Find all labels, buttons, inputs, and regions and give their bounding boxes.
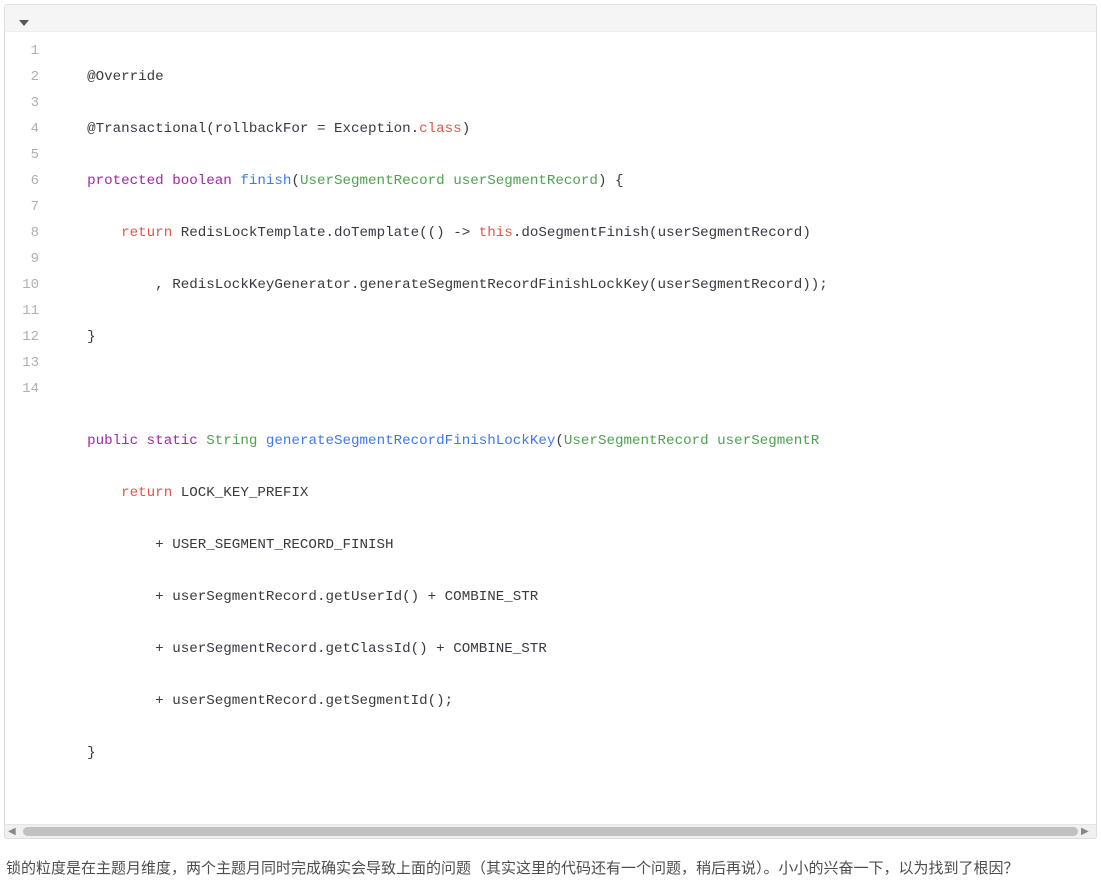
method-name: finish <box>240 173 291 189</box>
var-ref: userSegmentRecord <box>658 225 803 241</box>
line-number: 10 <box>19 272 39 298</box>
method-call: generateSegmentRecordFinishLockKey <box>360 277 649 293</box>
code-line: } <box>53 324 1080 350</box>
constant: COMBINE_STR <box>445 589 539 605</box>
type-ref: UserSegmentRecord <box>300 173 445 189</box>
line-number: 8 <box>19 220 39 246</box>
var-ref: userSegmentRecord <box>172 693 317 709</box>
constant: COMBINE_STR <box>453 641 547 657</box>
line-number: 12 <box>19 324 39 350</box>
code-line: return LOCK_KEY_PREFIX <box>53 480 1080 506</box>
constant: LOCK_KEY_PREFIX <box>181 485 309 501</box>
keyword-this: this <box>479 225 513 241</box>
annotation: @Transactional <box>87 121 206 137</box>
method-call: getUserId <box>325 589 402 605</box>
scroll-right-arrow-icon[interactable]: ▶ <box>1081 827 1093 837</box>
line-number: 2 <box>19 64 39 90</box>
line-number: 14 <box>19 376 39 402</box>
code-line: + userSegmentRecord.getUserId() + COMBIN… <box>53 584 1080 610</box>
line-number: 1 <box>19 38 39 64</box>
line-number: 11 <box>19 298 39 324</box>
class-ref: Exception <box>334 121 411 137</box>
code-line: @Transactional(rollbackFor = Exception.c… <box>53 116 1080 142</box>
param-name: rollbackFor <box>215 121 309 137</box>
line-number: 5 <box>19 142 39 168</box>
class-ref: RedisLockKeyGenerator <box>172 277 351 293</box>
annotation: @Override <box>87 69 164 85</box>
code-line: } <box>53 740 1080 766</box>
code-header <box>5 5 1096 32</box>
code-line: + USER_SEGMENT_RECORD_FINISH <box>53 532 1080 558</box>
type-ref: UserSegmentRecord <box>564 433 709 449</box>
method-call: doSegmentFinish <box>521 225 649 241</box>
code-line: @Override <box>53 64 1080 90</box>
scroll-left-arrow-icon[interactable]: ◀ <box>8 827 20 837</box>
code-line: public static String generateSegmentReco… <box>53 428 1080 454</box>
keyword-static: static <box>147 433 198 449</box>
line-number: 9 <box>19 246 39 272</box>
horizontal-scrollbar[interactable]: ◀ ▶ <box>5 824 1096 838</box>
keyword-protected: protected <box>87 173 164 189</box>
keyword-return: return <box>121 485 172 501</box>
var-ref: userSegmentRecord <box>172 589 317 605</box>
method-call: getClassId <box>325 641 410 657</box>
line-number: 3 <box>19 90 39 116</box>
var-ref: userSegmentRecord <box>172 641 317 657</box>
code-block: 1 2 3 4 5 6 7 8 9 10 11 12 13 14 @Overri… <box>4 4 1097 839</box>
code-content: @Override @Transactional(rollbackFor = E… <box>53 38 1096 818</box>
keyword-return: return <box>121 225 172 241</box>
line-number: 6 <box>19 168 39 194</box>
param: userSegmentRecord <box>453 173 598 189</box>
constant: USER_SEGMENT_RECORD_FINISH <box>172 537 393 553</box>
method-call: doTemplate <box>334 225 419 241</box>
class-ref: RedisLockTemplate <box>181 225 326 241</box>
method-name: generateSegmentRecordFinishLockKey <box>266 433 555 449</box>
type-ref: String <box>206 433 257 449</box>
code-body: 1 2 3 4 5 6 7 8 9 10 11 12 13 14 @Overri… <box>5 32 1096 824</box>
brace: } <box>87 745 96 761</box>
code-line: + userSegmentRecord.getSegmentId(); <box>53 688 1080 714</box>
param: userSegmentR <box>717 433 819 449</box>
line-number: 7 <box>19 194 39 220</box>
keyword-boolean: boolean <box>172 173 232 189</box>
code-line: return RedisLockTemplate.doTemplate(() -… <box>53 220 1080 246</box>
line-number: 13 <box>19 350 39 376</box>
article-paragraph: 锁的粒度是在主题月维度，两个主题月同时完成确实会导致上面的问题（其实这里的代码还… <box>4 855 1097 884</box>
line-numbers: 1 2 3 4 5 6 7 8 9 10 11 12 13 14 <box>5 38 53 818</box>
brace: } <box>87 329 96 345</box>
keyword-class: class <box>419 121 462 137</box>
var-ref: userSegmentRecord <box>658 277 803 293</box>
code-line <box>53 376 1080 402</box>
scrollbar-thumb[interactable] <box>23 827 1078 836</box>
code-line: , RedisLockKeyGenerator.generateSegmentR… <box>53 272 1080 298</box>
code-line: protected boolean finish(UserSegmentReco… <box>53 168 1080 194</box>
chevron-down-icon[interactable] <box>19 13 29 23</box>
line-number: 4 <box>19 116 39 142</box>
method-call: getSegmentId <box>325 693 427 709</box>
keyword-public: public <box>87 433 138 449</box>
code-line: + userSegmentRecord.getClassId() + COMBI… <box>53 636 1080 662</box>
